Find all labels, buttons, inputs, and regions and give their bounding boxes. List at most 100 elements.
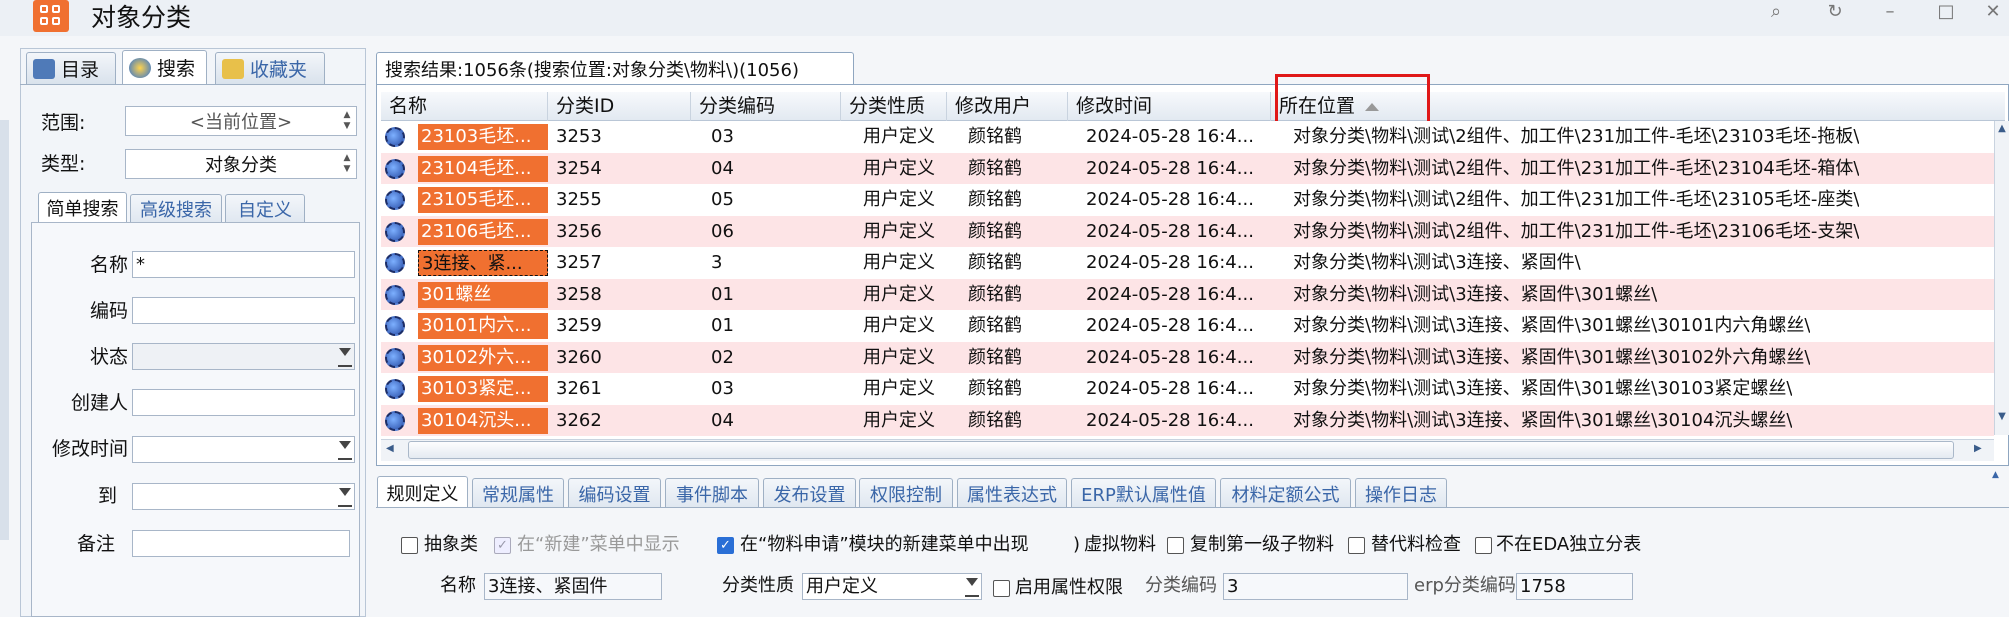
cell-time: 2024-05-28 16:4...	[1086, 378, 1254, 399]
cell-id: 3254	[556, 157, 602, 179]
table-row[interactable]: 23105毛坯... 3255 05 用户定义 颜铭鹤 2024-05-28 16:4..…	[381, 184, 1994, 216]
note-input[interactable]	[132, 530, 350, 557]
cell-name[interactable]: 30101内六...	[418, 313, 548, 339]
close-icon[interactable]: ✕	[1977, 0, 2009, 22]
tab-custom[interactable]: 自定义	[225, 194, 305, 223]
substitute-checkbox[interactable]	[1348, 537, 1365, 554]
attr-permission-checkbox[interactable]	[993, 580, 1010, 597]
cell-time: 2024-05-28 16:4...	[1086, 157, 1254, 179]
column-header-user[interactable]: 修改用户	[947, 92, 1068, 121]
tab-catalog[interactable]: 目录	[26, 52, 116, 84]
chevron-down-icon	[339, 441, 351, 449]
code-input[interactable]	[132, 297, 355, 324]
cell-code: 03	[711, 378, 734, 399]
cell-name[interactable]: 301螺丝	[418, 281, 548, 308]
cell-code: 06	[711, 220, 734, 242]
column-header-nature[interactable]: 分类性质	[841, 92, 947, 121]
tab-publish-settings[interactable]: 发布设置	[763, 478, 856, 508]
creator-input[interactable]	[132, 389, 355, 416]
cell-name[interactable]: 30104沉头...	[418, 407, 548, 434]
cell-name[interactable]: 30103紧定...	[418, 376, 548, 402]
collapse-icon[interactable]: ▲	[1992, 470, 1999, 480]
in-request-label: 在“物料申请”模块的新建菜单中出现	[740, 534, 1029, 555]
table-row[interactable]: 30101内六... 3259 01 用户定义 颜铭鹤 2024-05-28 16:4..…	[381, 310, 1994, 342]
scope-select[interactable]: <当前位置> ▲ ▼	[125, 106, 357, 136]
column-header-time[interactable]: 修改时间	[1068, 92, 1271, 121]
cell-time: 2024-05-28 16:4...	[1086, 409, 1254, 431]
cell-name[interactable]: 23105毛坯...	[418, 187, 548, 213]
cell-name[interactable]: 30102外六...	[418, 344, 548, 371]
scroll-up-icon[interactable]: ▲	[1995, 123, 2009, 134]
table-row[interactable]: 23103毛坯... 3253 03 用户定义 颜铭鹤 2024-05-28 16:4..…	[381, 121, 1994, 153]
tab-rule-definition[interactable]: 规则定义	[377, 476, 468, 508]
cell-name[interactable]: 23106毛坯...	[418, 218, 548, 245]
type-select[interactable]: 对象分类 ▲ ▼	[125, 149, 357, 179]
tab-erp-defaults[interactable]: ERP默认属性值	[1071, 478, 1216, 508]
column-header-id[interactable]: 分类ID	[548, 92, 691, 121]
new-menu-checkbox[interactable]: ✓	[494, 537, 511, 554]
to-time-picker[interactable]	[132, 483, 355, 510]
tab-advanced-search[interactable]: 高级搜索	[130, 194, 222, 223]
tab-general-properties[interactable]: 常规属性	[472, 478, 564, 508]
refresh-icon[interactable]: ↻	[1817, 0, 1853, 22]
spinner-icon[interactable]: ▲ ▼	[340, 110, 354, 132]
cell-name[interactable]: 3连接、紧...	[418, 250, 548, 276]
tab-permission-control[interactable]: 权限控制	[859, 478, 953, 508]
in-request-checkbox[interactable]: ✓	[717, 537, 734, 554]
spinner-icon[interactable]: ▲ ▼	[340, 153, 354, 175]
column-header-name[interactable]: 名称	[381, 92, 548, 121]
cell-code: 01	[711, 283, 734, 305]
table-row[interactable]: 3连接、紧... 3257 3 用户定义 颜铭鹤 2024-05-28 16:4... 对象…	[381, 247, 1994, 279]
status-select[interactable]	[132, 343, 355, 370]
tab-search[interactable]: 搜索	[122, 50, 207, 84]
search-results-tab[interactable]: 搜索结果:1056条(搜索位置:对象分类\物料\)(1056)	[376, 52, 854, 85]
erp-code-field[interactable]: 1758	[1516, 573, 1633, 600]
scroll-right-icon[interactable]: ▶	[1974, 443, 1982, 454]
cell-location: 对象分类\物料\测试\2组件、加工件\231加工件-毛坯\23103毛坯-拖板\	[1293, 126, 1860, 147]
table-row[interactable]: 30102外六... 3260 02 用户定义 颜铭鹤 2024-05-28 16:4..…	[381, 341, 1994, 373]
scroll-left-icon[interactable]: ◀	[386, 443, 394, 454]
vertical-scrollbar[interactable]: ▲ ▼	[1994, 121, 2009, 435]
rule-definition-panel	[376, 508, 2009, 617]
mod-time-picker[interactable]	[132, 436, 355, 463]
rule-code-label: 分类编码	[1145, 575, 1217, 596]
note-label: 备注	[77, 533, 116, 555]
minimize-icon[interactable]: –	[1872, 0, 1908, 22]
tab-code-settings[interactable]: 编码设置	[568, 478, 661, 508]
abstract-checkbox[interactable]	[401, 537, 418, 554]
attr-permission-label: 启用属性权限	[1015, 577, 1123, 598]
cell-id: 3257	[556, 252, 602, 273]
cell-location: 对象分类\物料\测试\3连接、紧固件\301螺丝\30104沉头螺丝\	[1293, 409, 1793, 431]
maximize-icon[interactable]: □	[1928, 0, 1964, 22]
table-row[interactable]: 23104毛坯... 3254 04 用户定义 颜铭鹤 2024-05-28 16:4..…	[381, 152, 1994, 184]
copy-first-checkbox[interactable]	[1167, 537, 1184, 554]
cell-id: 3260	[556, 346, 602, 368]
name-input[interactable]: *	[132, 251, 355, 278]
table-row[interactable]: 301螺丝 3258 01 用户定义 颜铭鹤 2024-05-28 16:4... 对象分类…	[381, 278, 1994, 310]
abstract-label: 抽象类	[424, 534, 478, 555]
tab-simple-search[interactable]: 简单搜索	[38, 192, 127, 223]
column-header-code[interactable]: 分类编码	[691, 92, 841, 121]
search-icon[interactable]: ⌕	[1758, 0, 1794, 22]
rule-code-field[interactable]: 3	[1223, 573, 1408, 600]
not-eda-checkbox[interactable]	[1475, 537, 1492, 554]
cell-location: 对象分类\物料\测试\2组件、加工件\231加工件-毛坯\23105毛坯-座类\	[1293, 189, 1860, 210]
table-row[interactable]: 30103紧定... 3261 03 用户定义 颜铭鹤 2024-05-28 16:4..…	[381, 373, 1994, 405]
rule-name-field[interactable]: 3连接、紧固件	[484, 573, 662, 600]
cell-location: 对象分类\物料\测试\3连接、紧固件\301螺丝\30102外六角螺丝\	[1293, 346, 1811, 368]
table-row[interactable]: 23106毛坯... 3256 06 用户定义 颜铭鹤 2024-05-28 16:4..…	[381, 215, 1994, 247]
cell-nature: 用户定义	[863, 157, 935, 179]
cell-name[interactable]: 23104毛坯...	[418, 155, 548, 182]
tab-operation-log[interactable]: 操作日志	[1355, 478, 1447, 508]
scroll-down-icon[interactable]: ▼	[1995, 411, 2009, 422]
tab-attribute-expression[interactable]: 属性表达式	[957, 478, 1067, 508]
horizontal-scroll-thumb[interactable]	[408, 441, 1954, 459]
table-row[interactable]: 30104沉头... 3262 04 用户定义 颜铭鹤 2024-05-28 16:4..…	[381, 404, 1994, 436]
rule-nature-select[interactable]: 用户定义	[802, 573, 982, 600]
cell-name[interactable]: 23103毛坯...	[418, 124, 548, 150]
erp-code-label: erp分类编码	[1414, 575, 1516, 596]
tab-material-quota-formula[interactable]: 材料定额公式	[1220, 478, 1351, 508]
grid-header: 名称 分类ID 分类编码 分类性质 修改用户 修改时间 所在位置	[381, 92, 2005, 121]
tab-event-script[interactable]: 事件脚本	[665, 478, 759, 508]
tab-favorites[interactable]: 收藏夹	[215, 52, 325, 84]
